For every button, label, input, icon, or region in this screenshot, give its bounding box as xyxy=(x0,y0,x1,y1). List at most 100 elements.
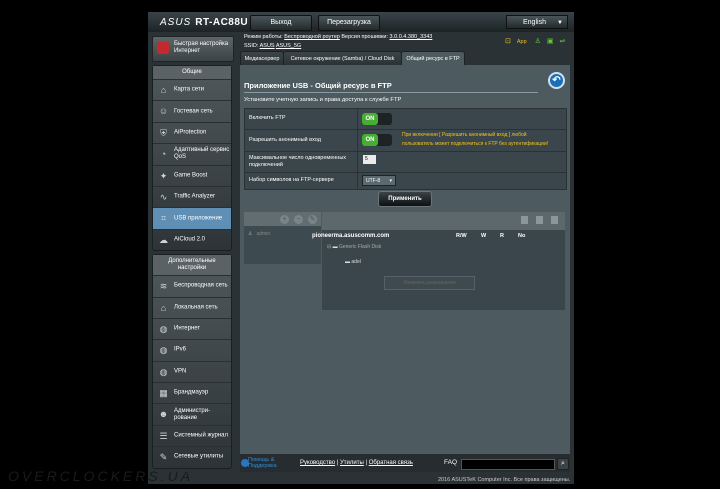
user-toolbar: + − ✎ xyxy=(244,212,321,226)
usb-app-icon: ⌗ xyxy=(160,213,167,224)
perm-r-header: R xyxy=(500,233,504,239)
max-connections-input[interactable]: 5 xyxy=(363,155,376,164)
aiprotection-icon: ⛨ xyxy=(160,127,167,138)
delete-folder-icon[interactable] xyxy=(536,216,543,224)
firewall-icon: ▦ xyxy=(159,388,168,399)
folder-icon: ▬ xyxy=(345,259,350,265)
enable-ftp-toggle[interactable]: ON xyxy=(362,113,392,125)
row-enable-ftp: Включить FTP ON xyxy=(245,109,566,130)
sidebar-item-label: VPN xyxy=(174,368,187,375)
sidebar-item[interactable]: ∿ Traffic Analyzer xyxy=(153,185,231,207)
search-icon[interactable]: ⌕ xyxy=(557,458,569,470)
app-icon[interactable]: ⊡ xyxy=(505,38,511,45)
rename-folder-icon[interactable] xyxy=(551,216,558,224)
sidebar-item-label: Traffic Analyzer xyxy=(174,193,216,200)
charset-label: Набор символов на FTP-сервере xyxy=(249,177,334,183)
sidebar-item[interactable]: ≋ Беспроводная сеть xyxy=(153,275,231,296)
sidebar-item[interactable]: ◔ Адаптивный сервис QoS xyxy=(153,143,231,164)
quick-setup-button[interactable]: Быстрая настройка Интернет xyxy=(152,36,234,62)
remove-user-icon[interactable]: − xyxy=(294,215,303,224)
back-arrow-icon[interactable]: ↶ xyxy=(548,72,565,89)
share-toolbar xyxy=(322,212,565,230)
client-icon[interactable]: ♙ xyxy=(535,38,541,45)
sidebar-item[interactable]: ▦ Брандмауэр xyxy=(153,382,231,403)
anonymous-toggle[interactable]: ON xyxy=(362,134,392,146)
sidebar-item[interactable]: ☺ Гостевая сеть xyxy=(153,100,231,121)
sidebar-item[interactable]: ☁ AiCloud 2.0 xyxy=(153,228,231,250)
help-support-link[interactable]: Помощь & Поддержка xyxy=(248,457,277,469)
language-select[interactable]: English ▼ xyxy=(506,15,568,29)
row-max-connections: Максимальное число одновременных подключе… xyxy=(245,152,566,173)
sidebar-advanced-title: Дополнительные настройки xyxy=(153,255,231,276)
title-divider xyxy=(244,92,538,93)
ipv6-icon: ◍ xyxy=(159,345,168,356)
user-list-panel: + − ✎ ♙ admin xyxy=(244,212,321,264)
sidebar-general-title: Общие xyxy=(153,66,231,79)
usb-icon[interactable]: ⇌ xyxy=(560,38,566,45)
syslog-icon: ☰ xyxy=(159,430,168,441)
fw-link[interactable]: 3.0.0.4.380_3343 xyxy=(390,34,433,40)
sidebar-item[interactable]: ◍ VPN xyxy=(153,360,231,382)
sidebar-item-label: Интернет xyxy=(174,325,201,332)
sidebar-item-label: Карта сети xyxy=(174,86,204,93)
folder-node[interactable]: ▬ adel xyxy=(345,259,361,265)
asus-logo: ASUS RT-AC88U xyxy=(160,17,249,28)
apply-button[interactable]: Применить xyxy=(378,191,432,207)
sidebar: Общие ⌂ Карта сети ☺ Гостевая сеть ⛨ AiProtec… xyxy=(152,65,232,472)
sidebar-item[interactable]: ☻ Администри-рование xyxy=(153,403,231,424)
sidebar-item[interactable]: ⛨ AiProtection xyxy=(153,121,231,143)
max-connections-label: Максимальное число одновременных подключе… xyxy=(249,155,347,168)
add-folder-icon[interactable] xyxy=(521,216,528,224)
clipboard-icon[interactable]: ▣ xyxy=(547,38,554,45)
sidebar-item[interactable]: ⌂ Локальная сеть xyxy=(153,296,231,318)
charset-select[interactable]: UTF-8 ▾ xyxy=(362,175,396,186)
faq-search-input[interactable] xyxy=(461,459,555,470)
vpn-icon: ◍ xyxy=(159,366,168,377)
user-list: ♙ admin xyxy=(244,226,321,264)
sidebar-item[interactable]: ✦ Game Boost xyxy=(153,164,231,186)
sidebar-item[interactable]: ✎ Сетевые утилиты xyxy=(153,446,231,467)
chevron-down-icon: ▼ xyxy=(557,20,563,26)
user-name: admin xyxy=(256,231,271,237)
sidebar-item-label: Локальная сеть xyxy=(174,304,218,311)
user-icon: ♙ xyxy=(248,231,253,237)
sidebar-item-label: AiProtection xyxy=(174,129,207,136)
sidebar-item-label: IPv6 xyxy=(174,346,187,353)
perm-rw-header: R/W xyxy=(456,233,467,239)
sidebar-item-label: USB приложение xyxy=(174,215,223,222)
feedback-link[interactable]: Обратная связь xyxy=(369,460,413,466)
collapse-icon: ⊟ xyxy=(327,244,332,250)
folder-name: adel xyxy=(351,259,361,265)
app-label: App xyxy=(516,39,527,45)
add-user-icon[interactable]: + xyxy=(280,215,289,224)
mode-link[interactable]: Беспроводной роутер xyxy=(284,34,340,40)
sidebar-item[interactable]: ⌂ Карта сети xyxy=(153,79,231,100)
reboot-button[interactable]: Перезагрузка xyxy=(318,15,380,31)
change-permissions-button[interactable]: Изменить разрешения xyxy=(384,276,475,290)
sidebar-item[interactable]: ◍ Интернет xyxy=(153,317,231,339)
sidebar-item[interactable]: ⌗ USB приложение xyxy=(153,207,231,229)
sidebar-item-label: Адаптивный сервис QoS xyxy=(174,147,230,161)
model-name: RT-AC88U xyxy=(195,17,249,28)
status-info: Режим работы: Беспроводной роутер Версия… xyxy=(244,33,432,51)
share-tree xyxy=(322,230,565,310)
manual-link[interactable]: Руководство xyxy=(300,460,335,466)
wireless-icon: ≋ xyxy=(159,281,168,292)
drive-node[interactable]: ⊟ ▬ Generic Flash Disk xyxy=(327,244,381,250)
sidebar-item-label: Системный журнал xyxy=(174,432,228,439)
ssid-5g-link[interactable]: ASUS_5G xyxy=(276,43,301,49)
chevron-down-icon: ▾ xyxy=(389,178,392,184)
ftp-host: pioneerma.asuscomm.com xyxy=(312,233,390,239)
utilities-link[interactable]: Утилиты xyxy=(340,460,364,466)
drive-name: Generic Flash Disk xyxy=(338,244,382,250)
enable-ftp-label: Включить FTP xyxy=(249,115,286,121)
ssid-24-link[interactable]: ASUS xyxy=(260,43,275,49)
edit-user-icon[interactable]: ✎ xyxy=(308,215,317,224)
sidebar-item-label: Game Boost xyxy=(174,172,208,179)
sidebar-item[interactable]: ◍ IPv6 xyxy=(153,339,231,360)
sidebar-item[interactable]: ☰ Системный журнал xyxy=(153,424,231,446)
user-row[interactable]: ♙ admin xyxy=(248,231,270,237)
sidebar-item-label: AiCloud 2.0 xyxy=(174,236,206,243)
logout-button[interactable]: Выход xyxy=(250,15,312,31)
game-boost-icon: ✦ xyxy=(159,170,168,181)
